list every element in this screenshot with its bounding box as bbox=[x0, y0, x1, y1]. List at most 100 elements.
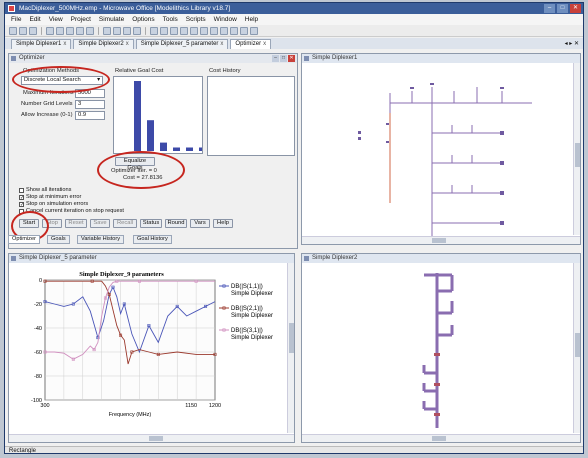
scroll-thumb[interactable] bbox=[575, 333, 580, 357]
pane-maximize-button[interactable]: □ bbox=[280, 55, 287, 62]
y-tick-label: -60 bbox=[34, 350, 42, 356]
open-icon[interactable] bbox=[19, 26, 27, 35]
element-icon[interactable] bbox=[220, 26, 228, 35]
tab-simple-diplexer1[interactable]: Simple Diplexer1 x bbox=[11, 39, 72, 49]
document-tabs: Simple Diplexer1 x Simple Diplexer2 x Simp… bbox=[5, 38, 583, 49]
layout-pane-2-title: Simple Diplexer2 bbox=[312, 255, 358, 261]
stop-at-minimum-error-checkbox[interactable]: ✓ Stop at minimum error bbox=[19, 194, 81, 200]
stop-button[interactable]: Stop bbox=[42, 219, 62, 228]
tab-simple-diplexer2[interactable]: Simple Diplexer2 x bbox=[73, 39, 134, 49]
menu-scripts[interactable]: Scripts bbox=[186, 16, 206, 23]
method-dropdown[interactable]: Discrete Local Search ▾ bbox=[21, 76, 103, 85]
tab-optimizer[interactable]: Optimizer x bbox=[230, 39, 272, 49]
tune-icon[interactable] bbox=[113, 26, 121, 35]
tab-scroll-controls[interactable]: ◂ ▸ ✕ bbox=[565, 39, 579, 49]
vars-button[interactable]: Vars bbox=[190, 219, 210, 228]
menu-file[interactable]: File bbox=[11, 16, 21, 23]
save-icon[interactable] bbox=[29, 26, 37, 35]
zoom-out-icon[interactable] bbox=[160, 26, 168, 35]
redo-icon[interactable] bbox=[86, 26, 94, 35]
graph-icon bbox=[11, 256, 16, 261]
vertical-scrollbar[interactable] bbox=[573, 263, 580, 433]
scroll-thumb[interactable] bbox=[149, 436, 163, 441]
vertical-scrollbar[interactable] bbox=[573, 63, 580, 235]
graph-icon[interactable] bbox=[180, 26, 188, 35]
goal-cost-bar bbox=[199, 147, 206, 151]
reset-button[interactable]: Reset bbox=[65, 219, 87, 228]
horizontal-scrollbar[interactable] bbox=[302, 236, 580, 244]
round-button[interactable]: Round bbox=[165, 219, 187, 228]
menu-options[interactable]: Options bbox=[132, 16, 154, 23]
simulate-icon[interactable] bbox=[103, 26, 111, 35]
tab-variable-history[interactable]: Variable History bbox=[77, 235, 125, 244]
new-project-icon[interactable] bbox=[9, 26, 17, 35]
close-icon[interactable]: x bbox=[263, 41, 266, 47]
scroll-thumb[interactable] bbox=[575, 143, 580, 167]
help-button[interactable]: Help bbox=[213, 219, 233, 228]
maximize-button[interactable]: □ bbox=[557, 4, 568, 13]
layout-icon[interactable] bbox=[200, 26, 208, 35]
close-icon[interactable]: x bbox=[63, 41, 66, 47]
menu-tools[interactable]: Tools bbox=[163, 16, 178, 23]
wire-icon[interactable] bbox=[230, 26, 238, 35]
close-button[interactable]: ✕ bbox=[570, 4, 581, 13]
menu-window[interactable]: Window bbox=[214, 16, 237, 23]
tab-goals[interactable]: Goals bbox=[47, 235, 70, 244]
close-icon[interactable]: x bbox=[126, 41, 129, 47]
zoom-in-icon[interactable] bbox=[150, 26, 158, 35]
menu-view[interactable]: View bbox=[49, 16, 63, 23]
horizontal-scrollbar[interactable] bbox=[9, 434, 294, 442]
checkbox-label: Stop on simulation errors bbox=[26, 201, 89, 207]
menu-help[interactable]: Help bbox=[245, 16, 258, 23]
tab-label: Simple Diplexer1 bbox=[16, 41, 62, 47]
3d-view-icon[interactable] bbox=[210, 26, 218, 35]
relative-goal-cost-bars bbox=[134, 81, 206, 151]
marker-icon[interactable] bbox=[190, 26, 198, 35]
scroll-thumb[interactable] bbox=[289, 323, 294, 353]
status-button[interactable]: Status bbox=[140, 219, 162, 228]
yield-icon[interactable] bbox=[133, 26, 141, 35]
start-button[interactable]: Start bbox=[19, 219, 39, 228]
scroll-thumb[interactable] bbox=[432, 436, 446, 441]
menu-edit[interactable]: Edit bbox=[29, 16, 40, 23]
y-tick-label: -20 bbox=[34, 302, 42, 308]
pane-close-button[interactable]: ✕ bbox=[288, 55, 295, 62]
allow-increase-input[interactable]: 0.9 bbox=[75, 111, 105, 120]
graph-pane: Simple Diplexer_5 parameter 0 -20 -40 -60 -8… bbox=[8, 253, 295, 443]
vertical-scrollbar[interactable] bbox=[287, 263, 294, 433]
ground-icon[interactable] bbox=[250, 26, 258, 35]
layout-canvas-1[interactable] bbox=[302, 63, 572, 237]
recall-button[interactable]: Recall bbox=[113, 219, 137, 228]
menu-simulate[interactable]: Simulate bbox=[99, 16, 124, 23]
layout-canvas-2[interactable] bbox=[302, 263, 572, 435]
optimize-icon[interactable] bbox=[123, 26, 131, 35]
equalize-goals-button[interactable]: Equalize Goals bbox=[115, 157, 155, 171]
grid-levels-input[interactable]: 3 bbox=[75, 100, 105, 109]
tab-optimizer-bottom[interactable]: Optimizer bbox=[8, 235, 40, 244]
cancel-current-iteration-checkbox[interactable]: Cancel current iteration on stop request bbox=[19, 208, 124, 214]
horizontal-scrollbar[interactable] bbox=[302, 434, 580, 442]
tab-simple-diplexer-5-parameter[interactable]: Simple Diplexer_5 parameter x bbox=[135, 39, 229, 49]
legend-sublabel: Simple Diplexer bbox=[231, 291, 273, 297]
port-icon[interactable] bbox=[240, 26, 248, 35]
close-icon[interactable]: x bbox=[220, 41, 223, 47]
save-button[interactable]: Save bbox=[90, 219, 110, 228]
pane-minimize-button[interactable]: – bbox=[272, 55, 279, 62]
show-all-iterations-checkbox[interactable]: Show all iterations bbox=[19, 187, 71, 193]
toolbar-separator bbox=[145, 26, 146, 35]
cut-icon[interactable] bbox=[46, 26, 54, 35]
zoom-fit-icon[interactable] bbox=[170, 26, 178, 35]
menu-project[interactable]: Project bbox=[71, 16, 91, 23]
optimizer-titlebar: Optimizer – □ ✕ bbox=[9, 54, 297, 63]
undo-icon[interactable] bbox=[76, 26, 84, 35]
max-iterations-input[interactable]: 5000 bbox=[75, 89, 105, 98]
scroll-thumb[interactable] bbox=[432, 238, 446, 243]
tab-goal-history[interactable]: Goal History bbox=[133, 235, 172, 244]
x-axis-label: Frequency (MHz) bbox=[109, 412, 152, 418]
stop-on-simulation-errors-checkbox[interactable]: ✓ Stop on simulation errors bbox=[19, 201, 88, 207]
optimizer-title: Optimizer bbox=[19, 55, 45, 61]
checkbox-box bbox=[19, 208, 24, 214]
paste-icon[interactable] bbox=[66, 26, 74, 35]
copy-icon[interactable] bbox=[56, 26, 64, 35]
minimize-button[interactable]: – bbox=[544, 4, 555, 13]
